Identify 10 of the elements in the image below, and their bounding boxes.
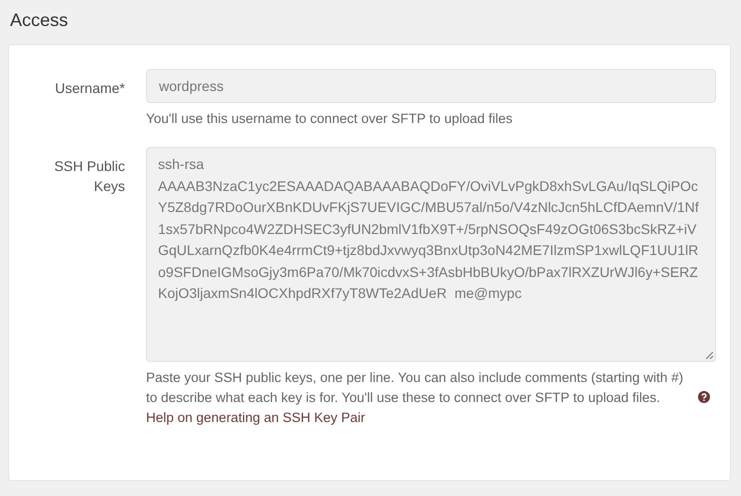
help-link[interactable]: Help on generating an SSH Key Pair	[146, 408, 366, 428]
field-label: SSH Public Keys	[53, 157, 125, 196]
help-text: Paste your SSH public keys, one per line. You can also include comments (starting with #) to describe what each key is for. You'll use these to connect over SFTP to upload files.	[146, 369, 684, 407]
field-label: Username*	[54, 79, 125, 98]
help-icon	[698, 391, 710, 403]
help-text: You'll use this username to connect over SFTP to upload files	[146, 110, 513, 128]
resize-handle-icon[interactable]	[706, 352, 713, 359]
username-field[interactable]: wordpress	[146, 69, 716, 103]
ssh-keys-field[interactable]: ssh-rsa AAAAB3NzaC1yc2ESAAADAQABAAABAQDoFY/OviVLvPgkD8xhSvLGAu/IqSLQiPOcY5Z8dg7RDoOurXBnKDUvFKjS7UEVIGC/MBU57al/n5o/V4zNlcJcn5hLCfDAemnV/1Nf1sx57bRNpco4W2ZDHSEC3yfUN2bmlV1fbX9T+/5rpNSOQsF49zOGt06S3bcSkRZ+iVGqULxarnQzfb0K4e4rrmCt9+tjz8bdJxvwyq3BnxUtp3oN42ME7IlzmSP1xwlLQF1UU1lRo9SFDneIGMsoGjy3m6Pa70/Mk70icdvxS+3fAsbHbBUkyO/bPax7lRXZUrWJl6y+SERZKojO3ljaxmSn4lOCXhpdRXf7yT8WTe2AdUeR me@mypc	[146, 147, 716, 362]
section-title: Access	[10, 9, 70, 32]
